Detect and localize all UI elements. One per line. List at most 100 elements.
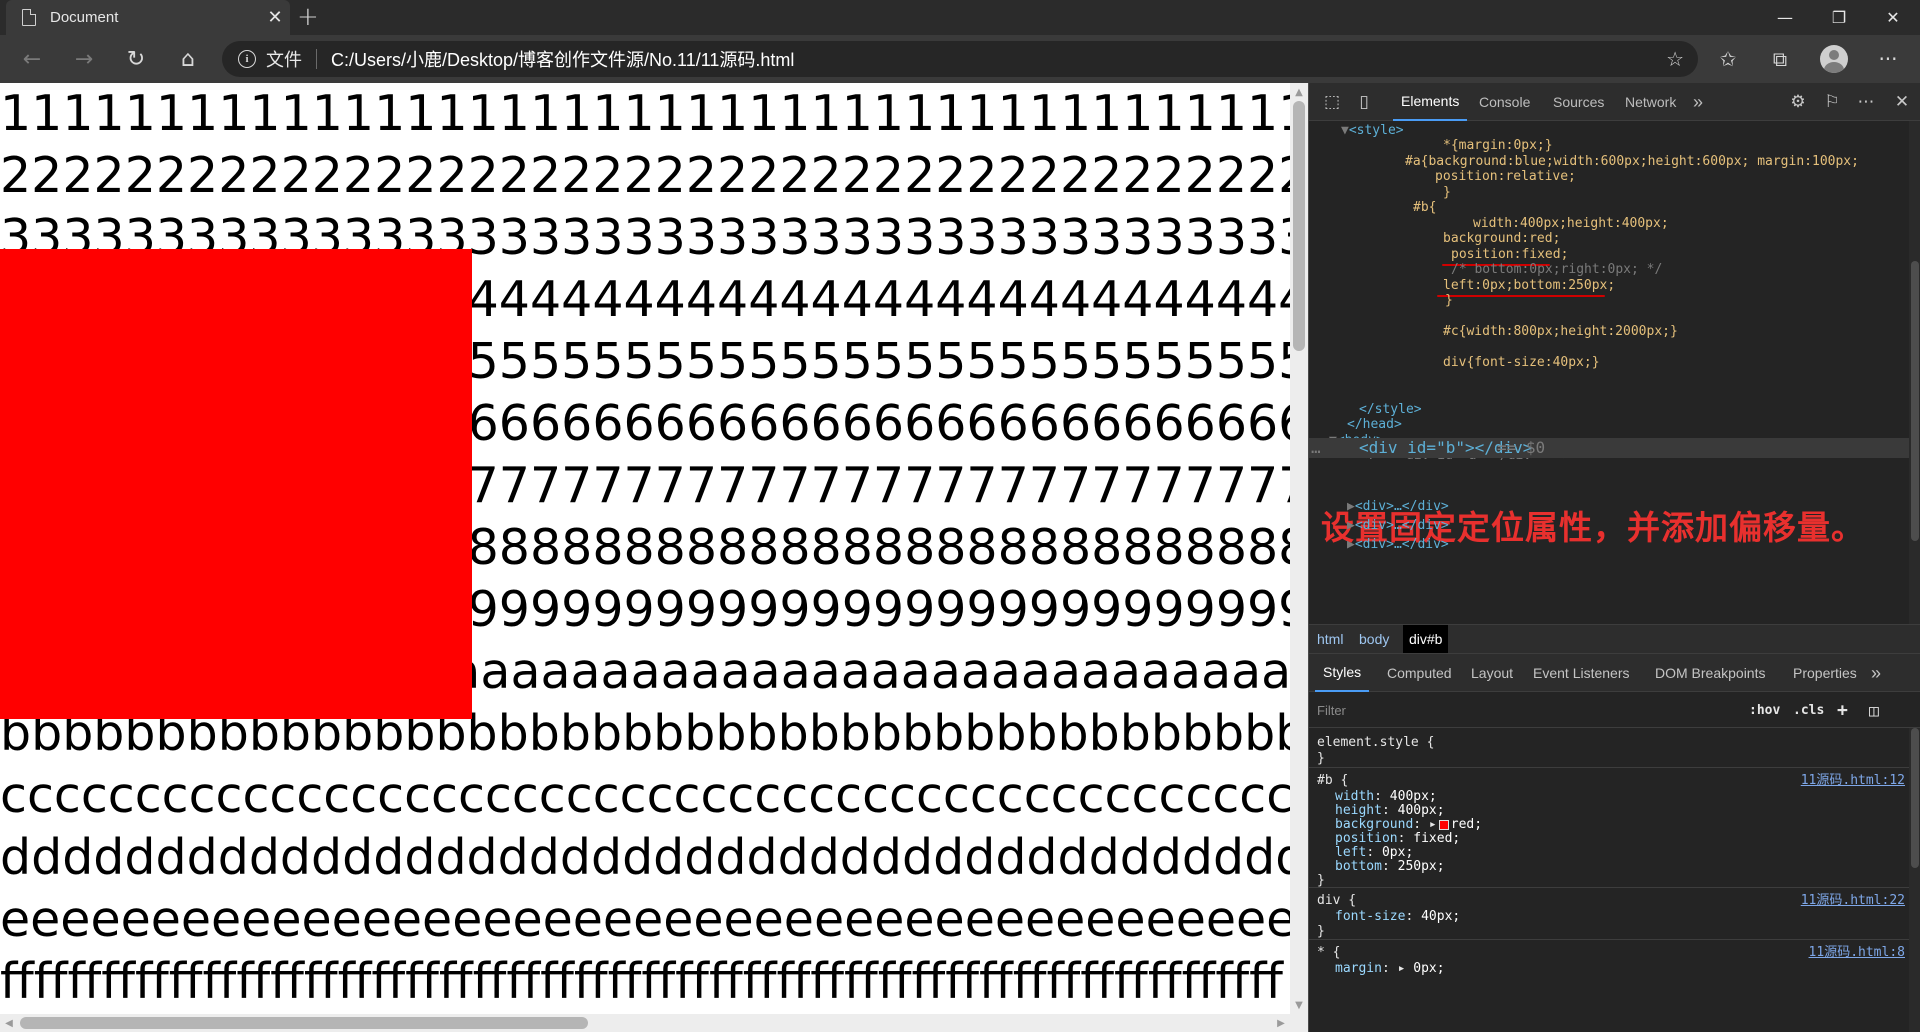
selected-dom-row[interactable]: … <div id="b"></div> == $0 xyxy=(1309,438,1909,458)
expand-arrow-icon[interactable]: ▼ xyxy=(1341,123,1349,138)
div-rule[interactable]: div { 11源码.html:22 font-size: 40px; } xyxy=(1309,888,1909,940)
text-line-1: 1111111111111111111111111111111111111111… xyxy=(0,85,1290,142)
close-devtools-icon[interactable]: ✕ xyxy=(1887,83,1917,121)
close-tab-icon[interactable]: ✕ xyxy=(260,7,290,28)
vertical-scroll-thumb[interactable] xyxy=(1293,101,1305,351)
hov-button[interactable]: :hov xyxy=(1749,692,1780,728)
address-bar[interactable]: i 文件 C:/Users/小鹿/Desktop/博客创作文件源/No.11/1… xyxy=(222,41,1698,77)
b-rule[interactable]: #b { 11源码.html:12 width: 400px; height: … xyxy=(1309,768,1909,888)
maximize-icon[interactable]: ❐ xyxy=(1812,0,1866,35)
tab-console[interactable]: Console xyxy=(1471,83,1538,121)
red-color-swatch[interactable] xyxy=(1438,819,1449,830)
horizontal-scroll-thumb[interactable] xyxy=(20,1017,588,1029)
star-rule[interactable]: * { 11源码.html:8 margin: ▸ 0px; xyxy=(1309,940,1909,1000)
new-rule-button[interactable]: + xyxy=(1837,692,1848,728)
child-div-2[interactable]: ▶<div>…</div> xyxy=(1347,516,1449,535)
favorites-icon[interactable]: ✩ xyxy=(1706,35,1750,83)
child-div-3[interactable]: ▶<div>…</div> xyxy=(1347,535,1449,554)
star-selector: * { xyxy=(1317,945,1341,960)
back-icon[interactable]: ← xyxy=(12,35,52,83)
scroll-up-icon[interactable]: ▲ xyxy=(1290,83,1308,101)
styles-filter-row: Filter :hov .cls + ◫ xyxy=(1309,692,1920,728)
styles-scrollbar[interactable] xyxy=(1909,728,1920,1032)
text-line-c: cccccccccccccccccccccccccccccccccccccccc… xyxy=(0,767,1290,824)
page-vertical-scrollbar[interactable]: ▲ ▼ xyxy=(1290,83,1308,1014)
collapsed-arrow-icon[interactable]: ▶ xyxy=(1347,499,1355,514)
avatar xyxy=(1820,45,1848,73)
settings-gear-icon[interactable]: ⚙ xyxy=(1783,83,1813,121)
refresh-icon[interactable]: ↻ xyxy=(116,35,156,83)
scroll-right-icon[interactable]: ▶ xyxy=(1272,1014,1290,1032)
page-viewport[interactable]: 1111111111111111111111111111111111111111… xyxy=(0,83,1290,1032)
more-menu-icon[interactable]: ··· xyxy=(1866,35,1910,83)
tab-elements[interactable]: Elements xyxy=(1393,83,1468,121)
info-icon[interactable]: i xyxy=(238,50,256,68)
css-line-13: div{font-size:40px;} xyxy=(1443,355,1600,370)
star-source-link[interactable]: 11源码.html:8 xyxy=(1809,944,1905,961)
b-source-link[interactable]: 11源码.html:12 xyxy=(1801,772,1905,789)
tab-layout[interactable]: Layout xyxy=(1465,654,1519,692)
tab-title: Document xyxy=(50,9,119,26)
collapsed-arrow-icon[interactable]: ▶ xyxy=(1347,537,1355,552)
b-bottom-decl[interactable]: bottom: 250px; xyxy=(1335,858,1445,875)
page-icon xyxy=(22,9,36,26)
collections-icon[interactable]: ⧉ xyxy=(1758,35,1802,83)
dom-scroll-thumb[interactable] xyxy=(1911,261,1919,541)
css-line-3: position:relative; xyxy=(1435,169,1576,184)
toggle-sidebar-icon[interactable]: ◫ xyxy=(1869,692,1879,728)
styles-tabs: Styles Computed Layout Event Listeners D… xyxy=(1309,654,1920,692)
rule-close-brace: } xyxy=(1317,924,1325,939)
row-ellipsis-icon[interactable]: … xyxy=(1311,438,1321,457)
div-source-link[interactable]: 11源码.html:22 xyxy=(1801,892,1905,909)
browser-tab[interactable]: Document ✕ xyxy=(6,0,290,35)
tab-sources[interactable]: Sources xyxy=(1545,83,1612,121)
breadcrumb-html[interactable]: html xyxy=(1311,625,1349,653)
navigation-bar: ← → ↻ ⌂ i 文件 C:/Users/小鹿/Desktop/博客创作文件源… xyxy=(0,35,1920,83)
forward-icon[interactable]: → xyxy=(64,35,104,83)
breadcrumb-div-b[interactable]: div#b xyxy=(1403,625,1449,653)
rule-close-brace: } xyxy=(1317,751,1325,766)
breadcrumb-body[interactable]: body xyxy=(1353,625,1395,653)
new-tab-icon[interactable]: + xyxy=(297,2,319,32)
tab-dom-breakpoints[interactable]: DOM Breakpoints xyxy=(1649,654,1771,692)
scroll-left-icon[interactable]: ◀ xyxy=(0,1014,18,1032)
selected-node-marker: == $0 xyxy=(1497,438,1546,457)
devtools-more-icon[interactable]: ⋯ xyxy=(1851,83,1881,121)
page-horizontal-scrollbar[interactable]: ◀ ▶ xyxy=(0,1014,1290,1032)
tab-properties[interactable]: Properties xyxy=(1787,654,1863,692)
css-line-4: } xyxy=(1443,185,1451,200)
scroll-down-icon[interactable]: ▼ xyxy=(1290,996,1308,1014)
profile-icon[interactable] xyxy=(1812,35,1856,83)
breadcrumb: html body div#b xyxy=(1309,624,1920,654)
rule-close-brace: } xyxy=(1317,873,1325,888)
tab-computed[interactable]: Computed xyxy=(1381,654,1458,692)
device-toolbar-icon[interactable]: ▯ xyxy=(1349,83,1379,121)
styles-scroll-thumb[interactable] xyxy=(1911,728,1919,868)
url-text[interactable]: C:/Users/小鹿/Desktop/博客创作文件源/No.11/11源码.h… xyxy=(331,46,1666,72)
tab-event-listeners[interactable]: Event Listeners xyxy=(1527,654,1636,692)
file-label: 文件 xyxy=(266,50,302,71)
more-style-tabs-icon[interactable]: » xyxy=(1871,654,1881,692)
div-font-size-decl[interactable]: font-size: 40px; xyxy=(1335,908,1460,925)
minimize-icon[interactable]: — xyxy=(1758,0,1812,35)
styles-filter-input[interactable]: Filter xyxy=(1315,697,1743,723)
collapsed-arrow-icon[interactable]: ▶ xyxy=(1347,518,1355,533)
fixed-red-box xyxy=(0,249,472,719)
child-div-1[interactable]: ▶<div>…</div> xyxy=(1347,497,1449,516)
style-open-line[interactable]: ▼<style> xyxy=(1341,121,1404,140)
dom-scrollbar[interactable] xyxy=(1909,121,1920,624)
home-icon[interactable]: ⌂ xyxy=(168,35,208,83)
div-selector: div { xyxy=(1317,893,1357,908)
cls-button[interactable]: .cls xyxy=(1793,692,1824,728)
tab-styles[interactable]: Styles xyxy=(1315,654,1370,692)
text-line-d: dddddddddddddddddddddddddddddddddddddddd… xyxy=(0,829,1290,886)
more-tabs-icon[interactable]: » xyxy=(1693,83,1703,121)
element-style-rule[interactable]: element.style { } xyxy=(1309,728,1909,768)
close-window-icon[interactable]: ✕ xyxy=(1866,0,1920,35)
star-margin-decl[interactable]: margin: ▸ 0px; xyxy=(1335,960,1445,977)
favorite-star-icon[interactable]: ☆ xyxy=(1666,47,1684,71)
tab-network[interactable]: Network xyxy=(1617,83,1684,121)
feedback-icon[interactable]: ⚐ xyxy=(1817,83,1847,121)
inspect-element-icon[interactable]: ⬚ xyxy=(1317,83,1347,121)
styles-pane[interactable]: element.style { } #b { 11源码.html:12 widt… xyxy=(1309,728,1909,1032)
